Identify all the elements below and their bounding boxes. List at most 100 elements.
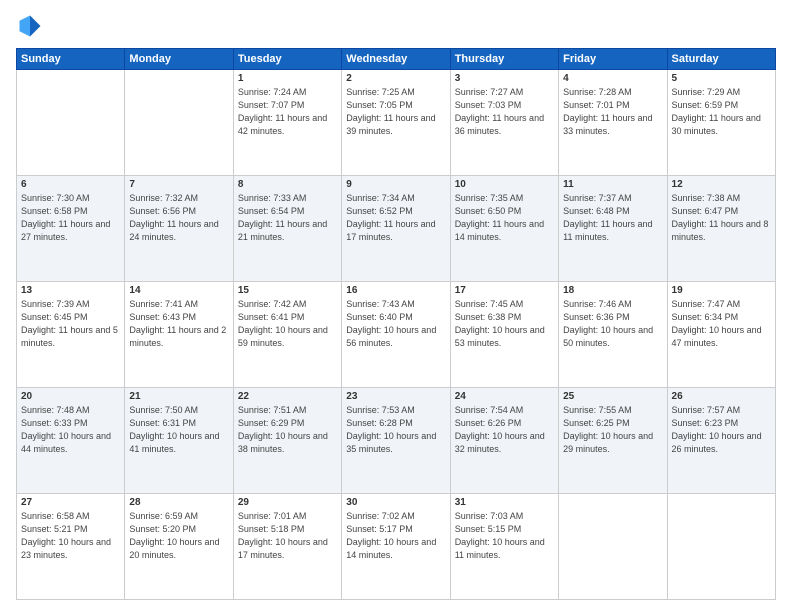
day-number: 5 [672,73,771,84]
calendar-week-row: 6 Sunrise: 7:30 AM Sunset: 6:58 PM Daylig… [17,176,776,282]
day-number: 21 [129,391,228,402]
calendar-cell: 1 Sunrise: 7:24 AM Sunset: 7:07 PM Daylig… [233,70,341,176]
calendar-cell: 7Sunrise: 7:32 AM Sunset: 6:56 PM Daylig… [125,176,233,282]
calendar-cell: 24 Sunrise: 7:54 AM Sunset: 6:26 PM Dayli… [450,388,558,494]
calendar-cell: 10 Sunrise: 7:35 AM Sunset: 6:50 PM Dayli… [450,176,558,282]
day-info: Sunrise: 7:51 AM Sunset: 6:29 PM Dayligh… [238,404,337,456]
day-info: Sunrise: 7:47 AM Sunset: 6:34 PM Dayligh… [672,298,771,350]
day-info: Sunrise: 7:53 AM Sunset: 6:28 PM Dayligh… [346,404,445,456]
day-of-week-header: Friday [559,49,667,70]
day-info: Sunrise: 7:37 AM Sunset: 6:48 PM Dayligh… [563,192,662,244]
day-number: 12 [672,179,771,190]
calendar-week-row: 13 Sunrise: 7:39 AM Sunset: 6:45 PM Dayli… [17,282,776,388]
day-info: Sunrise: 7:27 AM Sunset: 7:03 PM Dayligh… [455,86,554,138]
day-number: 27 [21,497,120,508]
day-number: 3 [455,73,554,84]
calendar-cell: 30Sunrise: 7:02 AM Sunset: 5:17 PM Dayli… [342,494,450,600]
day-number: 24 [455,391,554,402]
calendar-cell: 15 Sunrise: 7:42 AM Sunset: 6:41 PM Dayli… [233,282,341,388]
day-number: 20 [21,391,120,402]
day-info: Sunrise: 7:33 AM Sunset: 6:54 PM Dayligh… [238,192,337,244]
day-info: Sunrise: 7:01 AM Sunset: 5:18 PM Dayligh… [238,510,337,562]
day-of-week-header: Tuesday [233,49,341,70]
day-info: Sunrise: 7:24 AM Sunset: 7:07 PM Dayligh… [238,86,337,138]
day-info: Sunrise: 7:50 AM Sunset: 6:31 PM Dayligh… [129,404,228,456]
day-of-week-header: Thursday [450,49,558,70]
calendar-cell: 19 Sunrise: 7:47 AM Sunset: 6:34 PM Dayli… [667,282,775,388]
calendar-header-row: SundayMondayTuesdayWednesdayThursdayFrid… [17,49,776,70]
calendar-cell [125,70,233,176]
day-of-week-header: Wednesday [342,49,450,70]
calendar-cell: 4Sunrise: 7:28 AM Sunset: 7:01 PM Daylig… [559,70,667,176]
day-info: Sunrise: 7:34 AM Sunset: 6:52 PM Dayligh… [346,192,445,244]
calendar-table: SundayMondayTuesdayWednesdayThursdayFrid… [16,48,776,600]
calendar-week-row: 20 Sunrise: 7:48 AM Sunset: 6:33 PM Dayli… [17,388,776,494]
calendar-cell: 8 Sunrise: 7:33 AM Sunset: 6:54 PM Daylig… [233,176,341,282]
calendar-cell: 27 Sunrise: 6:58 AM Sunset: 5:21 PM Dayli… [17,494,125,600]
day-info: Sunrise: 7:35 AM Sunset: 6:50 PM Dayligh… [455,192,554,244]
calendar-cell: 25 Sunrise: 7:55 AM Sunset: 6:25 PM Dayli… [559,388,667,494]
calendar-cell: 6 Sunrise: 7:30 AM Sunset: 6:58 PM Daylig… [17,176,125,282]
day-info: Sunrise: 7:42 AM Sunset: 6:41 PM Dayligh… [238,298,337,350]
day-number: 15 [238,285,337,296]
day-of-week-header: Sunday [17,49,125,70]
calendar-cell: 11 Sunrise: 7:37 AM Sunset: 6:48 PM Dayli… [559,176,667,282]
day-info: Sunrise: 6:59 AM Sunset: 5:20 PM Dayligh… [129,510,228,562]
day-number: 19 [672,285,771,296]
day-info: Sunrise: 6:58 AM Sunset: 5:21 PM Dayligh… [21,510,120,562]
calendar-cell: 5Sunrise: 7:29 AM Sunset: 6:59 PM Daylig… [667,70,775,176]
day-info: Sunrise: 7:32 AM Sunset: 6:56 PM Dayligh… [129,192,228,244]
calendar-cell: 29 Sunrise: 7:01 AM Sunset: 5:18 PM Dayli… [233,494,341,600]
day-info: Sunrise: 7:54 AM Sunset: 6:26 PM Dayligh… [455,404,554,456]
day-info: Sunrise: 7:48 AM Sunset: 6:33 PM Dayligh… [21,404,120,456]
day-info: Sunrise: 7:55 AM Sunset: 6:25 PM Dayligh… [563,404,662,456]
day-of-week-header: Saturday [667,49,775,70]
day-info: Sunrise: 7:57 AM Sunset: 6:23 PM Dayligh… [672,404,771,456]
day-info: Sunrise: 7:39 AM Sunset: 6:45 PM Dayligh… [21,298,120,350]
calendar-cell: 14Sunrise: 7:41 AM Sunset: 6:43 PM Dayli… [125,282,233,388]
day-info: Sunrise: 7:38 AM Sunset: 6:47 PM Dayligh… [672,192,771,244]
day-number: 28 [129,497,228,508]
day-info: Sunrise: 7:30 AM Sunset: 6:58 PM Dayligh… [21,192,120,244]
day-number: 26 [672,391,771,402]
day-info: Sunrise: 7:02 AM Sunset: 5:17 PM Dayligh… [346,510,445,562]
day-number: 9 [346,179,445,190]
header [16,12,776,40]
day-info: Sunrise: 7:25 AM Sunset: 7:05 PM Dayligh… [346,86,445,138]
day-number: 18 [563,285,662,296]
day-number: 22 [238,391,337,402]
calendar-cell: 17 Sunrise: 7:45 AM Sunset: 6:38 PM Dayli… [450,282,558,388]
day-number: 17 [455,285,554,296]
calendar-week-row: 27 Sunrise: 6:58 AM Sunset: 5:21 PM Dayli… [17,494,776,600]
calendar-cell: 2Sunrise: 7:25 AM Sunset: 7:05 PM Daylig… [342,70,450,176]
day-number: 10 [455,179,554,190]
day-number: 11 [563,179,662,190]
page: SundayMondayTuesdayWednesdayThursdayFrid… [0,0,792,612]
calendar-cell: 23 Sunrise: 7:53 AM Sunset: 6:28 PM Dayli… [342,388,450,494]
day-number: 4 [563,73,662,84]
day-number: 6 [21,179,120,190]
calendar-cell: 28 Sunrise: 6:59 AM Sunset: 5:20 PM Dayli… [125,494,233,600]
day-number: 31 [455,497,554,508]
day-info: Sunrise: 7:03 AM Sunset: 5:15 PM Dayligh… [455,510,554,562]
day-info: Sunrise: 7:43 AM Sunset: 6:40 PM Dayligh… [346,298,445,350]
day-number: 29 [238,497,337,508]
day-number: 23 [346,391,445,402]
day-number: 25 [563,391,662,402]
day-of-week-header: Monday [125,49,233,70]
day-info: Sunrise: 7:46 AM Sunset: 6:36 PM Dayligh… [563,298,662,350]
calendar-cell: 12 Sunrise: 7:38 AM Sunset: 6:47 PM Dayli… [667,176,775,282]
calendar-cell [559,494,667,600]
logo [16,12,48,40]
calendar-cell [667,494,775,600]
day-number: 1 [238,73,337,84]
calendar-cell: 18 Sunrise: 7:46 AM Sunset: 6:36 PM Dayli… [559,282,667,388]
day-number: 13 [21,285,120,296]
day-info: Sunrise: 7:45 AM Sunset: 6:38 PM Dayligh… [455,298,554,350]
calendar-body: 1 Sunrise: 7:24 AM Sunset: 7:07 PM Daylig… [17,70,776,600]
day-number: 8 [238,179,337,190]
calendar-week-row: 1 Sunrise: 7:24 AM Sunset: 7:07 PM Daylig… [17,70,776,176]
day-info: Sunrise: 7:41 AM Sunset: 6:43 PM Dayligh… [129,298,228,350]
logo-icon [16,12,44,40]
calendar-cell [17,70,125,176]
